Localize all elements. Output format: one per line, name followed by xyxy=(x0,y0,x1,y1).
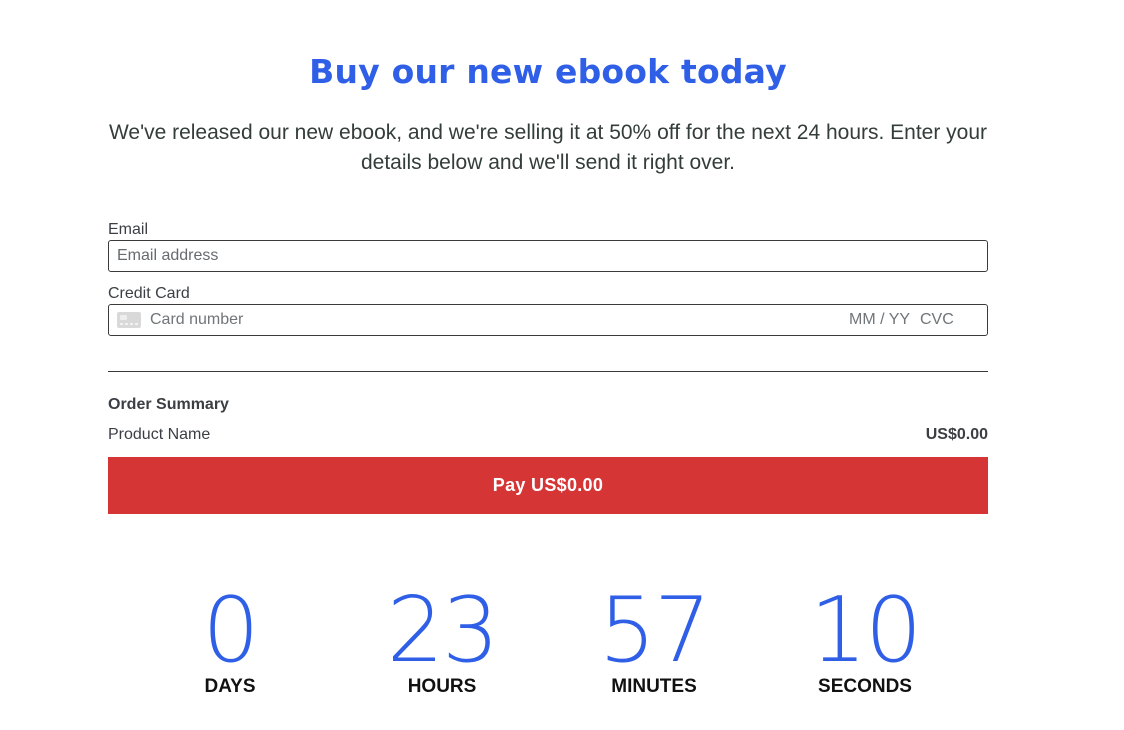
email-label: Email xyxy=(108,221,149,238)
pay-button[interactable]: Pay US$0.00 xyxy=(108,457,988,514)
order-summary-title: Order Summary xyxy=(108,396,229,413)
countdown-days-label: DAYS xyxy=(204,676,256,697)
countdown-days-value: 0 xyxy=(202,578,259,683)
card-expiry-input[interactable]: MM / YY xyxy=(849,311,920,329)
countdown-seconds: 10 SECONDS xyxy=(765,582,965,698)
countdown-timer: 0 DAYS 23 HOURS 57 MINUTES 10 SECONDS xyxy=(0,582,1124,702)
countdown-hours-label: HOURS xyxy=(407,676,477,697)
page-subtitle: We've released our new ebook, and we're … xyxy=(108,121,988,174)
countdown-minutes-label: MINUTES xyxy=(611,676,697,697)
countdown-minutes-value: 57 xyxy=(598,578,712,683)
page-title: Buy our new ebook today xyxy=(309,52,787,91)
product-price: US$0.00 xyxy=(925,426,988,443)
section-divider xyxy=(108,371,988,372)
countdown-seconds-label: SECONDS xyxy=(818,676,912,697)
card-cvc-input[interactable]: CVC xyxy=(920,311,987,329)
credit-card-label: Credit Card xyxy=(108,285,190,302)
credit-card-icon xyxy=(117,312,141,328)
email-input[interactable] xyxy=(109,241,987,271)
credit-card-field[interactable]: Card number MM / YY CVC xyxy=(108,304,988,336)
countdown-seconds-value: 10 xyxy=(809,578,923,683)
countdown-minutes: 57 MINUTES xyxy=(554,582,754,698)
email-field-wrapper xyxy=(108,240,988,272)
countdown-hours: 23 HOURS xyxy=(342,582,542,698)
card-number-input[interactable]: Card number xyxy=(150,311,849,329)
product-name: Product Name xyxy=(108,426,211,443)
countdown-days: 0 DAYS xyxy=(130,582,330,698)
countdown-hours-value: 23 xyxy=(386,578,500,683)
